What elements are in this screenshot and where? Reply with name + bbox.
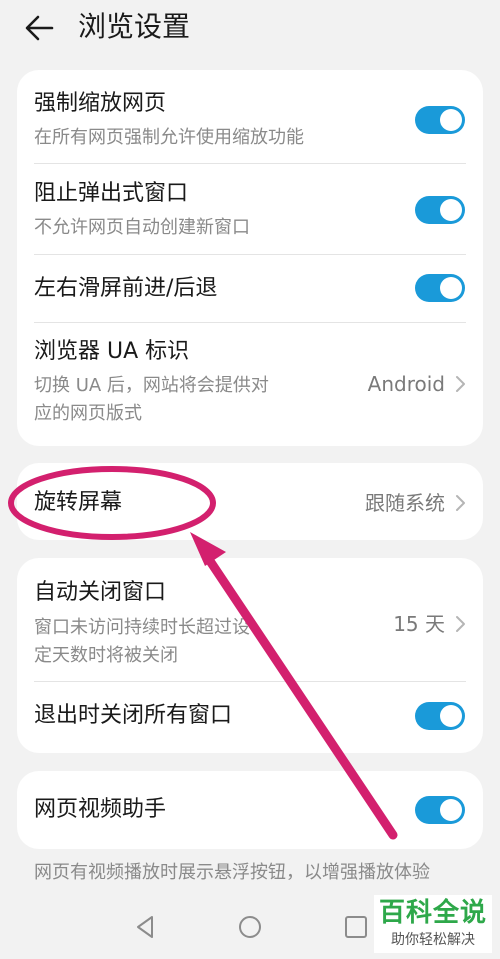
force-zoom-toggle[interactable] (415, 106, 465, 134)
nav-home-icon[interactable] (232, 909, 268, 945)
setting-subtitle-line2: 应的网页版式 (34, 403, 142, 424)
toggle-knob (440, 109, 462, 131)
watermark-logo: 百科全说 助你轻松解决 (374, 895, 492, 953)
page-title: 浏览设置 (78, 10, 191, 43)
setting-block-popups[interactable]: 阻止弹出式窗口 不允许网页自动创建新窗口 (17, 164, 483, 254)
setting-subtitle-line1: 窗口未访问持续时长超过设 (34, 617, 250, 638)
video-helper-toggle[interactable] (415, 796, 465, 824)
setting-auto-close-windows[interactable]: 自动关闭窗口 窗口未访问持续时长超过设 定天数时将被关闭 15 天 (17, 558, 483, 681)
setting-subtitle-line1: 切换 UA 后，网站将会提供对 (34, 375, 269, 396)
toggle-knob (440, 799, 462, 821)
top-bar: 浏览设置 (0, 0, 500, 60)
setting-force-zoom[interactable]: 强制缩放网页 在所有网页强制允许使用缩放功能 (17, 70, 483, 163)
setting-title: 浏览器 UA 标识 (34, 339, 190, 364)
toggle-knob (440, 277, 462, 299)
setting-title: 退出时关闭所有窗口 (34, 703, 233, 728)
back-arrow-icon[interactable] (22, 12, 58, 44)
setting-subtitle-line2: 定天数时将被关闭 (34, 645, 178, 666)
settings-card-general: 强制缩放网页 在所有网页强制允许使用缩放功能 阻止弹出式窗口 不允许网页自动创建… (17, 70, 483, 446)
settings-card-video: 网页视频助手 (17, 771, 483, 849)
setting-subtitle: 在所有网页强制允许使用缩放功能 (34, 127, 304, 148)
rotate-value: 跟随系统 (365, 491, 445, 515)
setting-title: 旋转屏幕 (34, 490, 123, 515)
auto-close-value: 15 天 (393, 612, 445, 636)
toggle-knob (440, 199, 462, 221)
chevron-right-icon (456, 495, 465, 511)
nav-back-icon[interactable] (128, 909, 164, 945)
setting-rotate-screen[interactable]: 旋转屏幕 跟随系统 (17, 463, 483, 540)
setting-ua-identifier[interactable]: 浏览器 UA 标识 切换 UA 后，网站将会提供对 应的网页版式 Android (17, 323, 483, 446)
settings-card-windows: 自动关闭窗口 窗口未访问持续时长超过设 定天数时将被关闭 15 天 退出时关闭所… (17, 558, 483, 753)
swipe-navigation-toggle[interactable] (415, 274, 465, 302)
setting-title: 自动关闭窗口 (34, 580, 167, 605)
setting-title: 强制缩放网页 (34, 91, 167, 116)
chevron-right-icon (456, 616, 465, 632)
chevron-right-icon (456, 376, 465, 392)
setting-subtitle: 不允许网页自动创建新窗口 (34, 217, 250, 238)
close-on-exit-toggle[interactable] (415, 702, 465, 730)
settings-card-rotate: 旋转屏幕 跟随系统 (17, 463, 483, 540)
video-helper-description: 网页有视频播放时展示悬浮按钮，以增强播放体验 (34, 862, 430, 883)
nav-recent-apps-icon[interactable] (338, 909, 374, 945)
setting-swipe-navigation[interactable]: 左右滑屏前进/后退 (17, 255, 483, 322)
ua-value: Android (367, 372, 445, 396)
watermark-subtitle: 助你轻松解决 (391, 932, 475, 948)
toggle-knob (440, 705, 462, 727)
block-popups-toggle[interactable] (415, 196, 465, 224)
setting-close-on-exit[interactable]: 退出时关闭所有窗口 (17, 682, 483, 753)
setting-title: 左右滑屏前进/后退 (34, 276, 218, 301)
watermark-title: 百科全说 (378, 898, 487, 928)
setting-video-helper[interactable]: 网页视频助手 (17, 771, 483, 849)
setting-title: 网页视频助手 (34, 797, 167, 822)
setting-title: 阻止弹出式窗口 (34, 181, 189, 206)
